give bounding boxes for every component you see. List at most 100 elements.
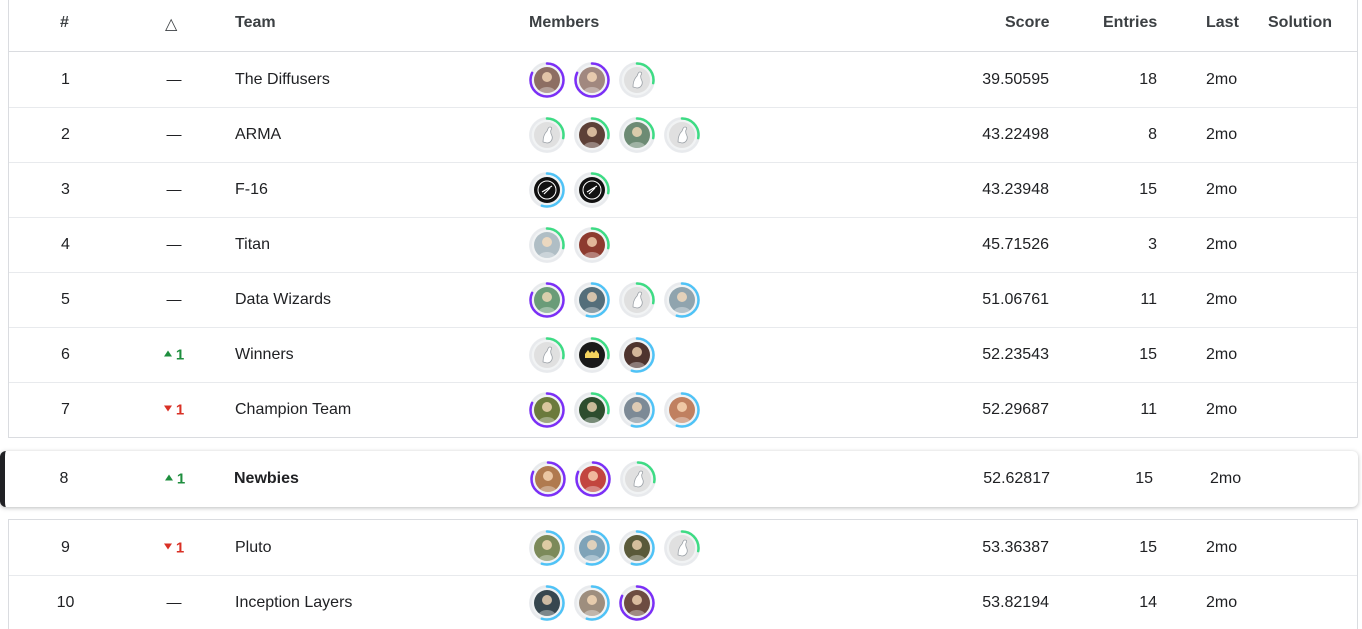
user-photo-icon[interactable] bbox=[619, 529, 655, 566]
entries-count: 11 bbox=[1140, 291, 1157, 308]
last-submission: 2mo bbox=[1210, 470, 1242, 487]
user-photo-icon[interactable] bbox=[619, 392, 655, 428]
entries-count: 14 bbox=[1139, 594, 1157, 611]
user-photo-icon[interactable] bbox=[664, 392, 700, 428]
col-header-score[interactable]: Score bbox=[1005, 14, 1049, 32]
leaderboard-row[interactable]: 4 — Titan 45.71526 3 2mo bbox=[9, 217, 1357, 272]
rank-change: — bbox=[154, 71, 194, 88]
avatar-face bbox=[579, 177, 605, 203]
avatar-face bbox=[624, 122, 650, 148]
rank-up-arrow-icon bbox=[164, 474, 173, 481]
leaderboard-row[interactable]: 9 1 Pluto 53.36387 15 2mo bbox=[9, 520, 1357, 575]
avatar-face bbox=[534, 232, 560, 258]
user-photo-icon[interactable] bbox=[529, 227, 565, 263]
last-submission: 2mo bbox=[1206, 401, 1238, 418]
rank-change: — bbox=[154, 595, 194, 612]
avatar-face bbox=[534, 397, 560, 423]
team-name-link[interactable]: The Diffusers bbox=[235, 71, 330, 89]
rank-number: 5 bbox=[61, 291, 70, 308]
rank-change: 1 bbox=[154, 402, 194, 419]
rank-down-arrow-icon bbox=[163, 405, 172, 412]
entries-count: 8 bbox=[1148, 126, 1157, 143]
rank-down-arrow-icon bbox=[163, 543, 172, 550]
avatar-face bbox=[579, 342, 605, 368]
leaderboard-row[interactable]: 2 — ARMA 43.22498 8 2mo bbox=[9, 107, 1357, 162]
user-photo-icon[interactable] bbox=[619, 117, 655, 153]
default-goose-avatar-icon[interactable] bbox=[619, 61, 655, 98]
user-photo-icon[interactable] bbox=[574, 227, 610, 263]
default-goose-avatar-icon[interactable] bbox=[619, 282, 655, 318]
avatar-face bbox=[625, 466, 651, 492]
user-photo-icon[interactable] bbox=[574, 282, 610, 318]
last-submission: 2mo bbox=[1206, 291, 1238, 308]
batman-avatar-icon[interactable] bbox=[574, 337, 610, 373]
leaderboard-row[interactable]: 3 — F-16 43.23948 15 2mo bbox=[9, 162, 1357, 217]
rank-number: 1 bbox=[61, 70, 70, 88]
user-photo-icon[interactable] bbox=[530, 461, 566, 497]
user-photo-icon[interactable] bbox=[529, 282, 565, 318]
last-submission: 2mo bbox=[1206, 538, 1238, 556]
user-photo-icon[interactable] bbox=[619, 337, 655, 373]
user-photo-icon[interactable] bbox=[574, 585, 610, 621]
rank-number: 8 bbox=[59, 470, 69, 487]
team-name-link[interactable]: Inception Layers bbox=[235, 594, 352, 612]
avatar-face bbox=[580, 466, 606, 492]
default-goose-avatar-icon[interactable] bbox=[664, 529, 700, 566]
team-name-link[interactable]: Data Wizards bbox=[235, 291, 331, 309]
leaderboard-row[interactable]: 5 — Data Wizards 51.06761 11 2mo bbox=[9, 272, 1357, 327]
leaderboard-row[interactable]: 10 — Inception Layers 53.82194 14 2mo bbox=[9, 575, 1357, 629]
user-photo-icon[interactable] bbox=[575, 461, 611, 497]
team-name-link[interactable]: Champion Team bbox=[235, 401, 351, 419]
avatar-face bbox=[624, 397, 650, 423]
avatar-face bbox=[669, 122, 695, 148]
entries-count: 11 bbox=[1140, 401, 1157, 418]
leaderboard-row[interactable]: 7 1 Champion Team 52.29687 11 2mo bbox=[9, 382, 1357, 437]
avatar-face bbox=[534, 534, 560, 561]
default-goose-avatar-icon[interactable] bbox=[529, 337, 565, 373]
user-photo-icon[interactable] bbox=[529, 392, 565, 428]
avatar-face bbox=[579, 287, 605, 313]
user-photo-icon[interactable] bbox=[574, 392, 610, 428]
team-name-link[interactable]: Winners bbox=[235, 346, 294, 364]
user-photo-icon[interactable] bbox=[619, 585, 655, 621]
rank-change: 1 bbox=[154, 347, 194, 364]
leaderboard-header: # △ Team Members Score Entries Last Solu… bbox=[8, 0, 1358, 52]
col-header-last[interactable]: Last bbox=[1206, 14, 1239, 32]
user-photo-icon[interactable] bbox=[664, 282, 700, 318]
user-photo-icon[interactable] bbox=[574, 61, 610, 98]
col-header-delta[interactable]: △ bbox=[165, 14, 177, 34]
default-goose-avatar-icon[interactable] bbox=[529, 117, 565, 153]
last-submission: 2mo bbox=[1206, 346, 1238, 363]
score-value: 43.22498 bbox=[982, 126, 1049, 143]
leaderboard-rows-top: 1— The Diffusers 39.50595 18 2mo 2— ARMA 43.224… bbox=[8, 52, 1358, 438]
team-name-link[interactable]: ARMA bbox=[235, 126, 281, 144]
default-goose-avatar-icon[interactable] bbox=[620, 461, 656, 497]
rank-change-value: — bbox=[166, 71, 182, 88]
rank-change-value: 1 bbox=[175, 401, 185, 419]
f16-logo-avatar-icon[interactable] bbox=[574, 172, 610, 208]
avatar-face bbox=[579, 534, 605, 561]
avatar-face bbox=[579, 590, 605, 616]
leaderboard-row[interactable]: 1 — The Diffusers 39.50595 18 2mo bbox=[9, 52, 1357, 107]
own-team-row[interactable]: 8 1 Newbies 52.62817 15 2mo bbox=[0, 451, 1358, 507]
col-header-entries[interactable]: Entries bbox=[1103, 14, 1157, 32]
rank-number: 7 bbox=[61, 401, 70, 418]
rank-change: — bbox=[154, 237, 194, 254]
user-photo-icon[interactable] bbox=[529, 529, 565, 566]
team-name-link[interactable]: Pluto bbox=[235, 539, 271, 557]
entries-count: 15 bbox=[1135, 470, 1153, 487]
col-header-rank[interactable]: # bbox=[60, 14, 69, 32]
team-name-link[interactable]: Titan bbox=[235, 236, 270, 254]
leaderboard-row[interactable]: 6 1 Winners 52.23543 15 2mo bbox=[9, 327, 1357, 382]
user-photo-icon[interactable] bbox=[529, 585, 565, 621]
col-header-team[interactable]: Team bbox=[235, 14, 276, 32]
default-goose-avatar-icon[interactable] bbox=[664, 117, 700, 153]
rank-number: 3 bbox=[61, 181, 70, 198]
user-photo-icon[interactable] bbox=[574, 117, 610, 153]
team-name-link[interactable]: Newbies bbox=[234, 470, 299, 488]
avatar-face bbox=[669, 397, 695, 423]
team-name-link[interactable]: F-16 bbox=[235, 181, 268, 199]
user-photo-icon[interactable] bbox=[529, 61, 565, 98]
f16-logo-avatar-icon[interactable] bbox=[529, 172, 565, 208]
user-photo-icon[interactable] bbox=[574, 529, 610, 566]
